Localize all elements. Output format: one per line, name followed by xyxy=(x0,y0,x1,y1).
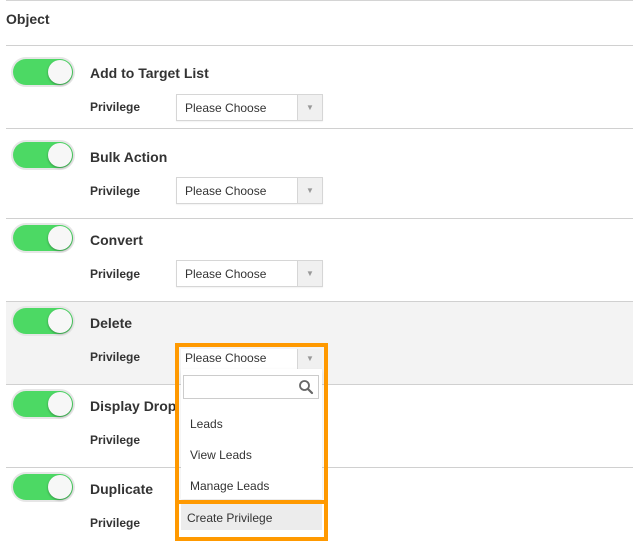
privilege-select[interactable]: Please Choose ▼ xyxy=(176,260,323,287)
select-value: Please Choose xyxy=(185,101,267,115)
select-value: Please Choose xyxy=(185,351,267,365)
permission-row: Bulk Action Privilege Please Choose ▼ xyxy=(6,136,633,219)
toggle-knob xyxy=(48,309,72,333)
top-divider xyxy=(6,0,633,1)
privilege-select[interactable]: Please Choose ▼ xyxy=(176,177,323,204)
privilege-label: Privilege xyxy=(90,100,141,114)
dropdown-option[interactable]: Manage Leads xyxy=(190,479,269,493)
toggle-knob xyxy=(48,475,72,499)
enable-toggle[interactable] xyxy=(13,142,73,168)
chevron-down-icon[interactable]: ▼ xyxy=(297,349,322,369)
privilege-dropdown-highlight: Please Choose ▼ Leads View Leads Manage … xyxy=(175,343,328,541)
chevron-down-icon[interactable]: ▼ xyxy=(297,178,322,203)
toggle-knob xyxy=(48,392,72,416)
select-value: Please Choose xyxy=(185,184,267,198)
section-title: Object xyxy=(6,11,50,27)
row-title: Duplicate xyxy=(90,481,154,497)
dropdown-option[interactable]: Leads xyxy=(190,417,223,431)
enable-toggle[interactable] xyxy=(13,474,73,500)
chevron-down-icon[interactable]: ▼ xyxy=(297,95,322,120)
row-title: Convert xyxy=(90,232,143,248)
permission-row: Convert Privilege Please Choose ▼ xyxy=(6,219,633,302)
privilege-select[interactable]: Please Choose ▼ xyxy=(176,94,323,121)
dropdown-option[interactable]: View Leads xyxy=(190,448,252,462)
row-title: Display Drop xyxy=(90,398,177,414)
create-privilege-button[interactable]: Create Privilege xyxy=(181,504,322,530)
permission-row: Add to Target List Privilege Please Choo… xyxy=(6,46,633,129)
select-value: Please Choose xyxy=(185,267,267,281)
privilege-label: Privilege xyxy=(90,267,141,281)
search-icon xyxy=(299,380,314,395)
privilege-label: Privilege xyxy=(90,350,141,364)
row-title: Add to Target List xyxy=(90,65,209,81)
enable-toggle[interactable] xyxy=(13,59,73,85)
enable-toggle[interactable] xyxy=(13,225,73,251)
dropdown-search-input[interactable] xyxy=(186,377,296,397)
chevron-down-icon[interactable]: ▼ xyxy=(297,261,322,286)
enable-toggle[interactable] xyxy=(13,391,73,417)
privilege-label: Privilege xyxy=(90,184,141,198)
toggle-knob xyxy=(48,226,72,250)
dropdown-search[interactable] xyxy=(183,375,319,399)
privilege-select-open[interactable]: Please Choose ▼ xyxy=(181,349,322,369)
privilege-label: Privilege xyxy=(90,433,141,447)
toggle-knob xyxy=(48,60,72,84)
row-title: Bulk Action xyxy=(90,149,168,165)
toggle-knob xyxy=(48,143,72,167)
privilege-label: Privilege xyxy=(90,516,141,530)
dropdown-panel: Leads View Leads Manage Leads xyxy=(181,369,322,499)
row-title: Delete xyxy=(90,315,133,331)
enable-toggle[interactable] xyxy=(13,308,73,334)
